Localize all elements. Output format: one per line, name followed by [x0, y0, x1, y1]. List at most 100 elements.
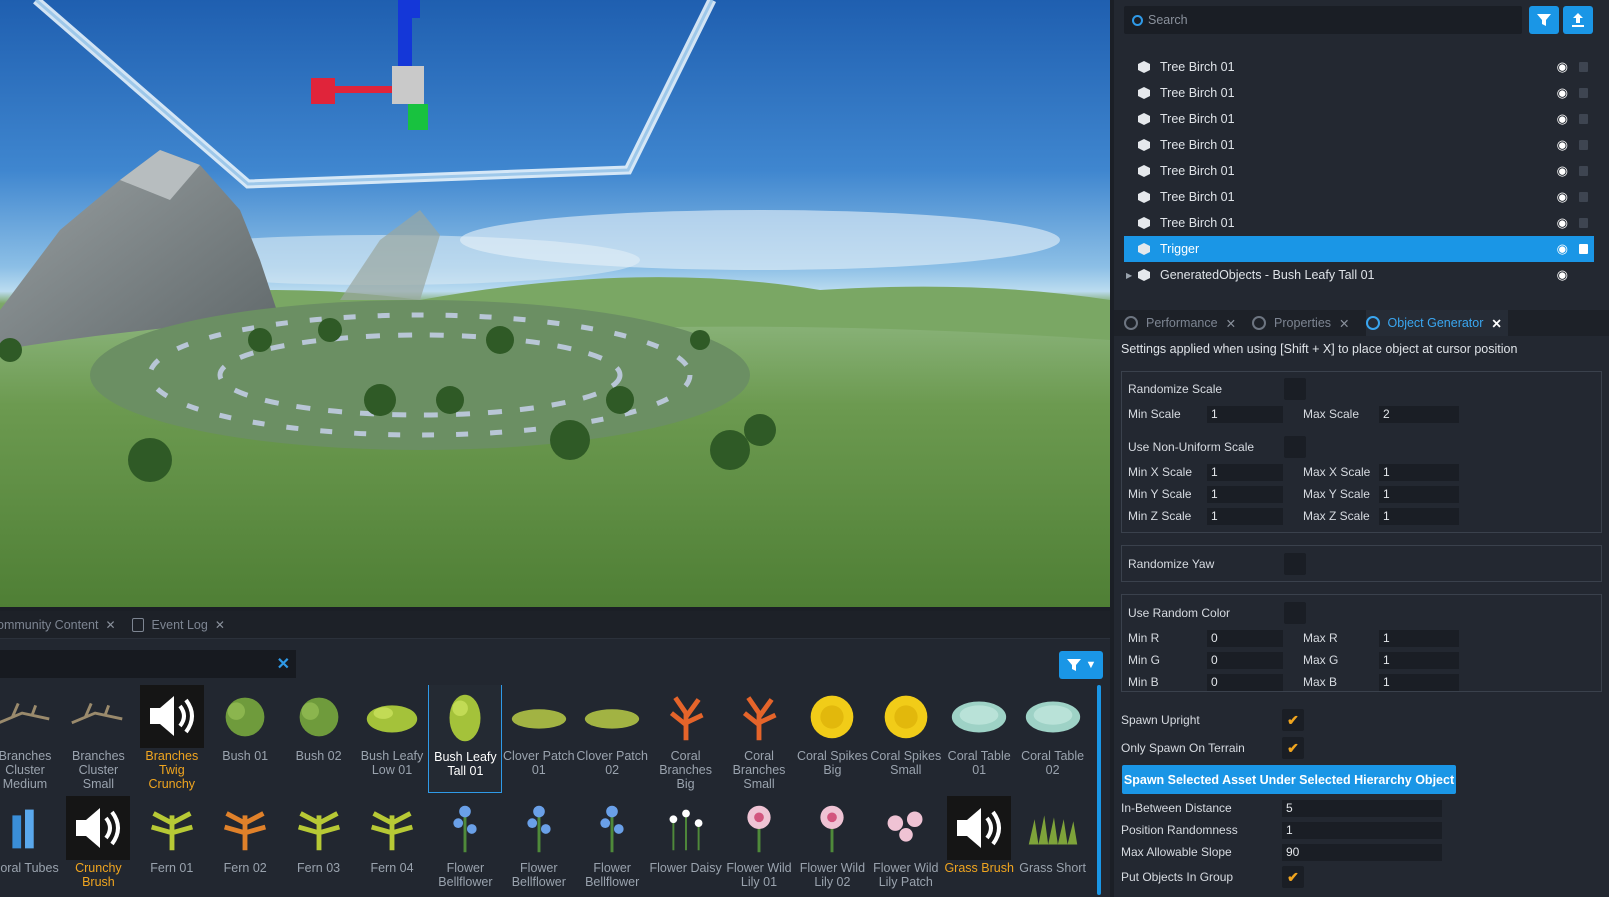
- asset-tile[interactable]: Coral Spikes Big: [795, 685, 869, 793]
- asset-tile[interactable]: Bush Leafy Low 01: [355, 685, 429, 793]
- between-distance-input[interactable]: 5: [1282, 800, 1442, 817]
- lock-icon[interactable]: [1579, 166, 1588, 176]
- tab-performance[interactable]: Performance ✕: [1124, 310, 1242, 336]
- asset-tile[interactable]: Branches Twig Crunchy: [135, 685, 209, 793]
- tab-object-generator[interactable]: Object Generator ✕: [1365, 310, 1508, 336]
- hierarchy-row[interactable]: ▶ GeneratedObjects - Bush Leafy Tall 01 ◉: [1124, 262, 1594, 288]
- max-slope-input[interactable]: 90: [1282, 844, 1442, 861]
- lock-icon[interactable]: [1579, 62, 1588, 72]
- max-z-scale-input[interactable]: 1: [1379, 508, 1459, 525]
- asset-tile[interactable]: Flower Bellflower: [502, 793, 576, 897]
- lock-icon[interactable]: [1579, 218, 1588, 228]
- close-icon[interactable]: ✕: [1226, 316, 1236, 331]
- lock-icon[interactable]: [1579, 140, 1588, 150]
- hierarchy-filter-button[interactable]: [1529, 6, 1559, 34]
- asset-tile[interactable]: Coral Table 01: [942, 685, 1016, 793]
- asset-tile[interactable]: Coral Branches Small: [722, 685, 796, 793]
- max-scale-input[interactable]: 2: [1379, 406, 1459, 423]
- asset-tile[interactable]: Flower Wild Lily 01: [722, 793, 796, 897]
- asset-tile[interactable]: Fern 04: [355, 793, 429, 897]
- asset-tile[interactable]: Bush Leafy Tall 01: [428, 685, 503, 793]
- close-icon[interactable]: ✕: [1491, 316, 1501, 331]
- asset-filter-button[interactable]: ▼: [1059, 651, 1103, 679]
- max-b-input[interactable]: 1: [1379, 674, 1459, 691]
- asset-tile[interactable]: Fern 03: [282, 793, 356, 897]
- asset-tile[interactable]: Flower Wild Lily 02: [795, 793, 869, 897]
- min-g-input[interactable]: 0: [1207, 652, 1283, 669]
- clear-search-icon[interactable]: ✕: [277, 654, 290, 674]
- lock-icon[interactable]: [1579, 114, 1588, 124]
- eye-icon[interactable]: ◉: [1557, 163, 1568, 179]
- hierarchy-row[interactable]: Tree Birch 01 ◉: [1124, 184, 1594, 210]
- asset-tile[interactable]: Grass Brush: [942, 793, 1016, 897]
- hierarchy-row[interactable]: Tree Birch 01 ◉: [1124, 132, 1594, 158]
- asset-tile[interactable]: Coral Table 02: [1016, 685, 1090, 793]
- hierarchy-row[interactable]: Trigger ◉: [1124, 236, 1594, 262]
- group-objects-checkbox[interactable]: ✔: [1282, 866, 1304, 888]
- hierarchy-row[interactable]: Tree Birch 01 ◉: [1124, 210, 1594, 236]
- asset-tile[interactable]: Grass Short: [1016, 793, 1090, 897]
- asset-search-input[interactable]: ✕: [0, 650, 296, 678]
- hierarchy-row[interactable]: Tree Birch 01 ◉: [1124, 158, 1594, 184]
- eye-icon[interactable]: ◉: [1557, 85, 1568, 101]
- asset-scrollbar[interactable]: [1097, 685, 1101, 895]
- eye-icon[interactable]: ◉: [1557, 267, 1568, 283]
- asset-tile[interactable]: Flower Wild Lily Patch: [869, 793, 943, 897]
- asset-tile[interactable]: Flower Bellflower: [428, 793, 502, 897]
- hierarchy-row[interactable]: Tree Birch 01 ◉: [1124, 54, 1594, 80]
- eye-icon[interactable]: ◉: [1557, 241, 1568, 257]
- close-icon[interactable]: ✕: [215, 618, 225, 632]
- close-icon[interactable]: ✕: [105, 618, 115, 632]
- min-x-scale-input[interactable]: 1: [1207, 464, 1283, 481]
- min-r-input[interactable]: 0: [1207, 630, 1283, 647]
- min-z-scale-input[interactable]: 1: [1207, 508, 1283, 525]
- non-uniform-scale-checkbox[interactable]: [1284, 436, 1306, 458]
- hierarchy-search-input[interactable]: Search: [1124, 6, 1522, 34]
- close-icon[interactable]: ✕: [1339, 316, 1349, 331]
- min-b-input[interactable]: 0: [1207, 674, 1283, 691]
- asset-tile[interactable]: Coral Branches Big: [649, 685, 723, 793]
- asset-tile[interactable]: Clover Patch 01: [502, 685, 576, 793]
- min-scale-input[interactable]: 1: [1207, 406, 1283, 423]
- random-color-checkbox[interactable]: [1284, 602, 1306, 624]
- randomize-yaw-checkbox[interactable]: [1284, 553, 1306, 575]
- eye-icon[interactable]: ◉: [1557, 215, 1568, 231]
- max-g-input[interactable]: 1: [1379, 652, 1459, 669]
- eye-icon[interactable]: ◉: [1557, 59, 1568, 75]
- asset-tile[interactable]: Fern 02: [208, 793, 282, 897]
- eye-icon[interactable]: ◉: [1557, 189, 1568, 205]
- upload-button[interactable]: [1563, 6, 1593, 34]
- spawn-upright-checkbox[interactable]: ✔: [1282, 709, 1304, 731]
- asset-tile[interactable]: Branches Cluster Small: [61, 685, 135, 793]
- asset-tile[interactable]: Branches Cluster Medium: [0, 685, 62, 793]
- position-randomness-input[interactable]: 1: [1282, 822, 1442, 839]
- scene-viewport[interactable]: [0, 0, 1110, 607]
- hierarchy-row[interactable]: Tree Birch 01 ◉: [1124, 106, 1594, 132]
- asset-tile[interactable]: Crunchy Brush: [61, 793, 135, 897]
- asset-tile[interactable]: Flower Bellflower: [575, 793, 649, 897]
- tab-event-log[interactable]: Event Log ✕: [131, 617, 225, 632]
- max-r-input[interactable]: 1: [1379, 630, 1459, 647]
- eye-icon[interactable]: ◉: [1557, 137, 1568, 153]
- spawn-under-hierarchy-button[interactable]: Spawn Selected Asset Under Selected Hier…: [1122, 765, 1456, 794]
- asset-tile[interactable]: Flower Daisy: [649, 793, 723, 897]
- min-y-scale-input[interactable]: 1: [1207, 486, 1283, 503]
- asset-tile[interactable]: Bush 01: [208, 685, 282, 793]
- max-x-scale-input[interactable]: 1: [1379, 464, 1459, 481]
- asset-tile[interactable]: Coral Tubes: [0, 793, 62, 897]
- asset-tile[interactable]: Bush 02: [282, 685, 356, 793]
- tab-properties[interactable]: Properties ✕: [1252, 310, 1355, 336]
- asset-tile[interactable]: Fern 01: [135, 793, 209, 897]
- expand-arrow-icon[interactable]: ▶: [1126, 271, 1132, 280]
- asset-tile[interactable]: Clover Patch 02: [575, 685, 649, 793]
- max-y-scale-input[interactable]: 1: [1379, 486, 1459, 503]
- lock-icon[interactable]: [1579, 244, 1588, 254]
- randomize-scale-checkbox[interactable]: [1284, 378, 1306, 400]
- asset-tile[interactable]: Coral Spikes Small: [869, 685, 943, 793]
- hierarchy-row[interactable]: Tree Birch 01 ◉: [1124, 80, 1594, 106]
- lock-icon[interactable]: [1579, 88, 1588, 98]
- eye-icon[interactable]: ◉: [1557, 111, 1568, 127]
- lock-icon[interactable]: [1579, 192, 1588, 202]
- only-terrain-checkbox[interactable]: ✔: [1282, 737, 1304, 759]
- tab-community-content[interactable]: Community Content ✕: [0, 618, 116, 632]
